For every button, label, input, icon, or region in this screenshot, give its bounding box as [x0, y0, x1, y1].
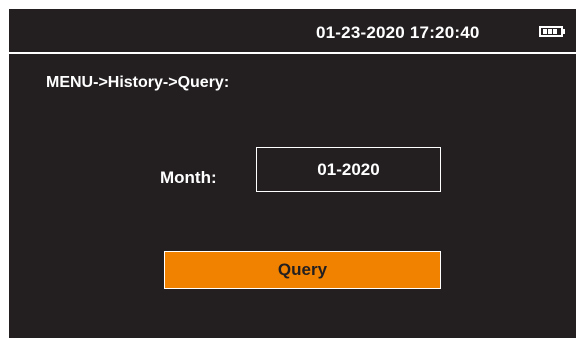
battery-icon [539, 26, 563, 37]
status-bar: 01-23-2020 17:20:40 [9, 9, 576, 54]
breadcrumb: MENU->History->Query: [46, 74, 230, 91]
battery-terminal [563, 29, 565, 34]
month-field[interactable]: 01-2020 [256, 147, 441, 192]
device-screen: 01-23-2020 17:20:40 MENU->History->Query… [9, 9, 576, 338]
query-button-label: Query [277, 260, 328, 279]
datetime-display: 01-23-2020 17:20:40 [316, 23, 480, 42]
query-button[interactable]: Query [164, 251, 441, 289]
month-label: Month: [160, 168, 217, 187]
month-value: 01-2020 [317, 159, 380, 179]
